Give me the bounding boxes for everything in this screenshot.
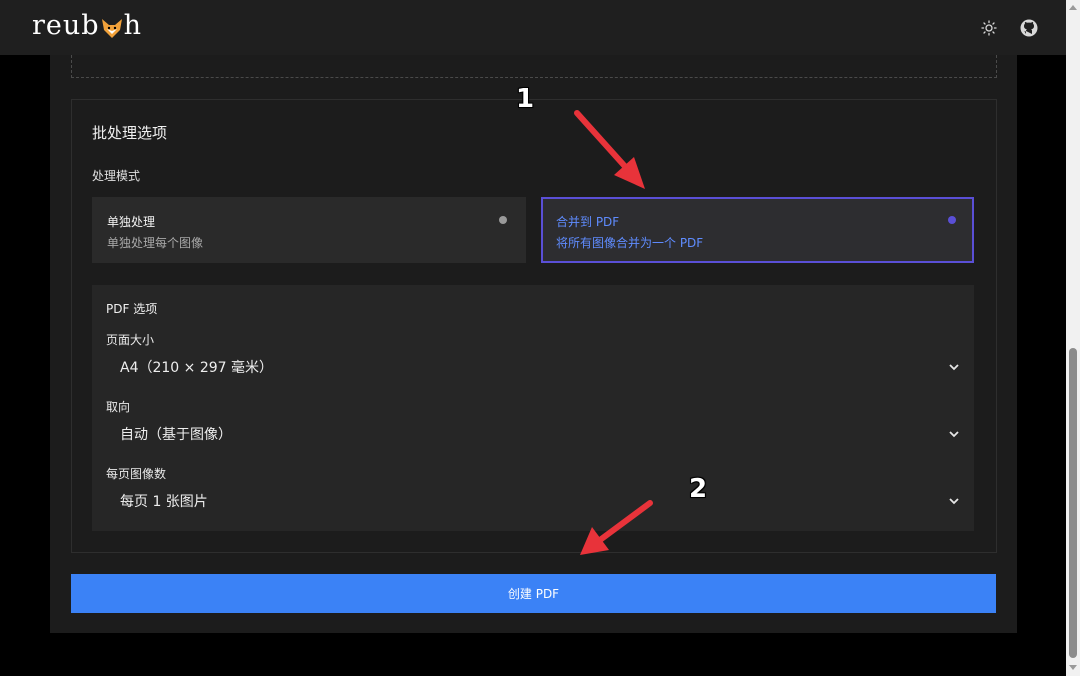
annotation-number-2: 2: [689, 474, 708, 504]
radio-unselected-icon: [499, 216, 507, 224]
page-scrollbar[interactable]: [1066, 0, 1080, 676]
orientation-value: 自动（基于图像）: [120, 427, 232, 443]
scroll-up-icon[interactable]: [1069, 5, 1077, 10]
images-per-page-label: 每页图像数: [106, 467, 167, 481]
mode-option-title: 单独处理: [107, 215, 156, 229]
scroll-down-icon[interactable]: [1069, 665, 1077, 670]
batch-options-title: 批处理选项: [92, 124, 168, 142]
mode-option-individual[interactable]: 单独处理 单独处理每个图像: [92, 197, 526, 263]
github-icon: [1020, 19, 1038, 37]
images-per-page-select[interactable]: 每页 1 张图片: [106, 485, 962, 517]
create-pdf-button[interactable]: 创建 PDF: [71, 574, 996, 613]
theme-toggle-button[interactable]: [979, 18, 999, 38]
upload-dropzone[interactable]: [71, 55, 997, 78]
processing-mode-label: 处理模式: [92, 169, 141, 183]
scrollbar-thumb[interactable]: [1069, 348, 1077, 658]
orientation-label: 取向: [106, 400, 131, 414]
mode-option-merge-pdf[interactable]: 合并到 PDF 将所有图像合并为一个 PDF: [541, 197, 974, 263]
radio-selected-icon: [948, 216, 956, 224]
app-logo[interactable]: reub h: [32, 10, 142, 41]
orientation-select[interactable]: 自动（基于图像）: [106, 418, 962, 450]
annotation-number-1: 1: [516, 84, 535, 114]
github-button[interactable]: [1019, 18, 1039, 38]
logo-text-right: h: [123, 10, 142, 41]
app-header: reub h: [0, 0, 1066, 55]
page-size-label: 页面大小: [106, 333, 155, 347]
chevron-down-icon: [949, 364, 959, 371]
mode-option-title: 合并到 PDF: [556, 215, 620, 229]
mode-option-desc: 单独处理每个图像: [107, 236, 204, 250]
chevron-down-icon: [949, 431, 959, 438]
chevron-down-icon: [949, 498, 959, 505]
page-size-value: A4（210 × 297 毫米）: [120, 360, 274, 376]
pdf-options-heading: PDF 选项: [106, 302, 158, 316]
images-per-page-value: 每页 1 张图片: [120, 494, 208, 510]
mode-option-desc: 将所有图像合并为一个 PDF: [556, 236, 704, 250]
logo-text-left: reub: [32, 10, 100, 41]
fox-icon: [101, 15, 123, 38]
page-size-select[interactable]: A4（210 × 297 毫米）: [106, 351, 962, 383]
sun-icon: [981, 20, 997, 36]
